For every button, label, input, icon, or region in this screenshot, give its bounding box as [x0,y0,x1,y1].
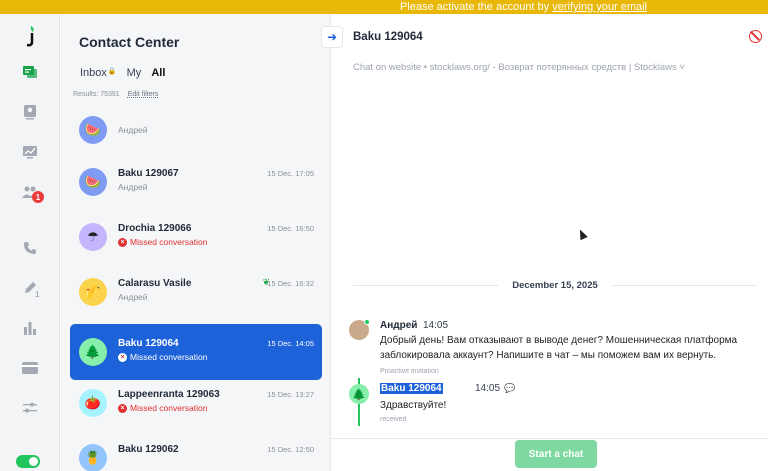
list-item-name: Baku 129067 [118,168,179,179]
list-item[interactable]: 🍅 Lappeenranta 129063 × Missed conversati… [70,375,322,431]
list-item-name: Drochia 129066 [118,223,192,234]
block-icon[interactable] [749,30,762,43]
online-dot [364,319,370,325]
analytics-icon[interactable] [20,142,40,162]
list-item[interactable]: ☂ Drochia 129066 × Missed conversation 15… [70,209,322,265]
pencil-count: 1 [35,290,40,299]
message-time: 14:05 [423,320,449,331]
list-item-selected[interactable]: 🌲 Baku 129064 × Missed conversation 15 De… [70,324,322,380]
list-item-name: Baku 129062 [118,444,179,455]
edit-filters-link[interactable]: Edit filters [128,91,159,98]
list-filter-tabs: Inbox🔒 My All [80,67,165,79]
message-status: received [380,416,407,423]
team-badge: 1 [32,191,44,203]
tab-inbox[interactable]: Inbox🔒 [80,67,117,79]
avatar: 🎷 [79,278,107,306]
list-item[interactable]: 🍉 Baku 129067 Андрей 15 Dec. 17:05 [70,154,322,210]
results-meta: Results: 75391 Edit filters [73,91,158,98]
list-item-sub: Андрей [118,125,148,135]
lock-icon: 🔒 [107,68,117,75]
list-item-time: 15 Dec. 16:32 [267,279,314,288]
message-author: Baku 129064 [380,383,443,394]
missed-label: Missed conversation [130,403,208,413]
date-separator: December 15, 2025 [353,280,757,291]
list-item[interactable]: 🍍 Baku 129062 15 Dec. 12:50 [70,430,322,471]
message-status: Proactive invitation [380,368,439,375]
avatar: 🍍 [79,444,107,471]
banner-text: Please activate the account by [399,1,553,13]
page-title: Contact Center [79,34,180,50]
list-item-name: Baku 129064 [118,338,179,349]
avatar: ☂ [79,223,107,251]
message-text: Здравствуйте! [380,400,447,411]
verify-email-link[interactable]: verifying your email [552,1,647,13]
list-item-sub: Андрей [118,182,148,192]
list-item-sub: Андрей [118,292,148,302]
avatar: 🍅 [79,389,107,417]
list-item[interactable]: 🎷 Calarasu Vasile Андрей ❦ 15 Dec. 16:32 [70,264,322,320]
list-item-name: Calarasu Vasile [118,278,192,289]
availability-toggle[interactable] [16,455,40,468]
activation-banner: Please activate the account by verifying… [0,0,768,14]
missed-x-icon: × [118,352,127,362]
date-line-right [611,285,757,286]
pencil-icon[interactable]: 1 [20,278,40,299]
results-count: Results: 75391 [73,91,120,98]
missed-label: Missed conversation [130,237,208,247]
missed-x-icon: × [118,403,127,413]
leaf-logo-icon[interactable] [20,26,40,47]
settings-sliders-icon[interactable] [20,398,40,418]
team-icon[interactable]: 1 [20,182,44,203]
list-item-time: 15 Dec. 16:50 [267,224,314,233]
chat-pane: ➜ Baku 129064 Chat on website • stocklaw… [321,14,768,471]
list-item-time: 15 Dec. 13:27 [267,390,314,399]
missed-status: × Missed conversation [118,352,207,362]
start-chat-button[interactable]: Start a chat [515,440,597,468]
phone-icon[interactable] [20,238,40,258]
missed-x-icon: × [118,237,127,247]
contact-card-icon[interactable] [20,102,40,122]
list-item-time: 15 Dec. 14:05 [267,339,314,348]
avatar: 🌲 [79,338,107,366]
list-item-name: Lappeenranta 129063 [118,389,220,400]
left-icon-rail: 1 1 [0,14,60,471]
list-item-time: 15 Dec. 17:05 [267,169,314,178]
missed-status: × Missed conversation [118,237,207,247]
missed-label: Missed conversation [130,352,208,362]
date-line-left [353,285,499,286]
bar-chart-icon[interactable] [20,318,40,338]
billing-card-icon[interactable] [20,358,40,378]
date-label: December 15, 2025 [512,280,598,291]
avatar: 🍉 [79,116,107,144]
chat-source[interactable]: Chat on website • stocklaws.org/ - Возвр… [353,62,685,73]
message-text: Добрый день! Вам отказывают в выводе ден… [380,335,738,361]
conversation-list-pane: Contact Center Inbox🔒 My All Results: 75… [61,14,331,471]
missed-status: × Missed conversation [118,403,207,413]
message-time: 14:05 [475,383,501,394]
list-item-time: 15 Dec. 12:50 [267,445,314,454]
speech-bubble-icon: 💬 [504,383,516,393]
message-author: Андрей [380,320,418,331]
chat-icon[interactable] [20,62,40,82]
tab-inbox-label: Inbox [80,67,107,79]
chat-title: Baku 129064 [353,31,423,43]
avatar: 🍉 [79,168,107,196]
arrow-right-icon[interactable]: ➜ [321,26,343,48]
tab-my[interactable]: My [127,67,142,79]
avatar: 🌲 [349,384,369,404]
tab-all[interactable]: All [151,67,165,79]
